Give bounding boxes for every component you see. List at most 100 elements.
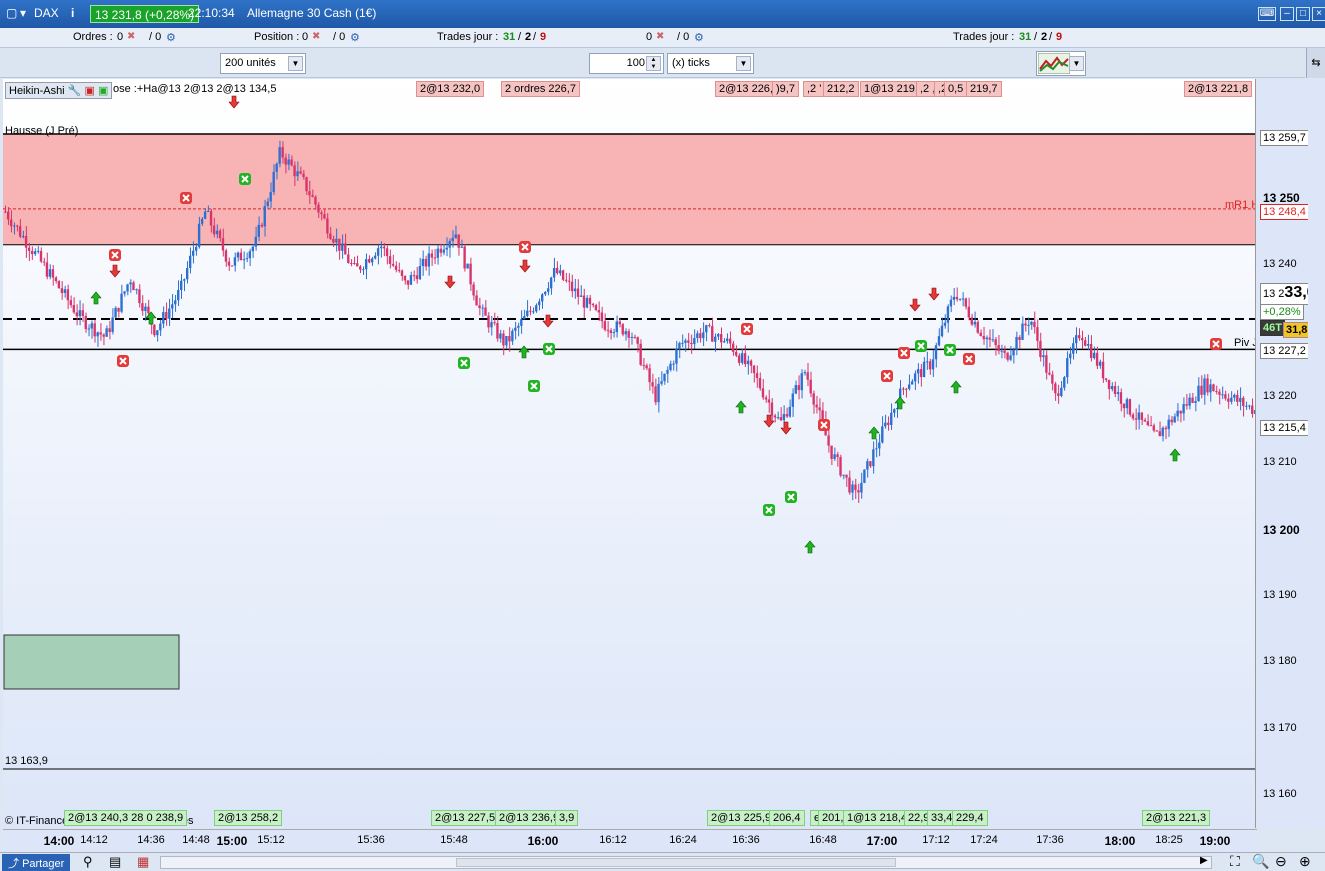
candle-body (493, 322, 496, 324)
bottom-order-marker[interactable]: 2@13 225,9 (707, 810, 776, 826)
close-icon[interactable]: ✖ (312, 31, 320, 42)
time-tick: 15:48 (440, 834, 468, 846)
sell-arrow-icon (109, 264, 121, 278)
share-label: Partager (22, 858, 65, 870)
candle-body (1122, 403, 1126, 409)
indicator-label[interactable]: Heikin-Ashi 🔧 ▣ ▣ (5, 82, 113, 99)
zoom-out-icon[interactable]: ⊖ (1275, 853, 1287, 870)
candle-body (901, 388, 905, 390)
list-icon[interactable]: ▤ (109, 854, 121, 870)
chevron-down-icon[interactable]: ▼ (288, 56, 303, 71)
top-order-marker[interactable]: 2@13 232,0 (416, 81, 485, 97)
zoom-search-icon[interactable]: 🔍 (1252, 853, 1269, 870)
top-order-marker[interactable]: 2@13 221,8 (1184, 81, 1253, 97)
candle-body (1158, 431, 1161, 437)
vertical-scrollbar[interactable] (1308, 79, 1325, 828)
bottom-order-marker[interactable]: 1@13 218,4 (843, 810, 912, 826)
wrench-icon[interactable]: 🔧 (68, 85, 82, 97)
units-select[interactable]: 200 unités ▼ (220, 53, 306, 74)
candle-body (654, 386, 657, 403)
candle-body (675, 349, 678, 364)
candle-body (785, 414, 789, 417)
zoom-in-icon[interactable]: ⊕ (1299, 853, 1311, 870)
gear-icon[interactable]: ⚙ (694, 31, 704, 44)
info-icon[interactable]: i (71, 6, 74, 20)
candle-body (48, 269, 52, 277)
top-order-marker[interactable]: 219,7 (966, 81, 1002, 97)
gear-icon[interactable]: ⚙ (166, 31, 176, 44)
candle-body (1182, 404, 1185, 414)
remove-icon[interactable]: ▣ (84, 85, 94, 97)
candle-body (75, 312, 78, 317)
bottom-order-marker[interactable]: 2@13 227,5 (431, 810, 500, 826)
close-icon[interactable]: ✖ (656, 31, 664, 42)
minimize-button[interactable]: – (1280, 7, 1294, 21)
close-button[interactable]: × (1312, 7, 1325, 21)
stepper-arrows-icon[interactable]: ▲ ▼ (646, 56, 661, 71)
bottom-order-marker[interactable]: 2@13 221,3 (1142, 810, 1211, 826)
chart-type-button[interactable]: ▼ (1036, 51, 1086, 76)
top-order-marker[interactable]: )9,7 (772, 81, 799, 97)
candle-body (1128, 399, 1132, 415)
candle-body (287, 159, 290, 165)
candle-body (958, 298, 962, 300)
candle-body (708, 325, 711, 327)
candle-body (681, 342, 684, 344)
time-axis[interactable]: 14:00 14:12 14:36 14:48 15:00 15:12 15:36 15:48… (3, 829, 1257, 851)
menu-arrow-icon[interactable]: ▾ (20, 6, 26, 20)
zoom-fit-icon[interactable]: ⛶ (1230, 853, 1240, 870)
candle-body (194, 246, 198, 251)
top-order-marker[interactable]: 212,2 (823, 81, 859, 97)
candle-body (773, 415, 777, 418)
bottom-order-marker[interactable]: 2@13 240,3 28 0 238,9 (64, 810, 188, 826)
time-tick: 16:12 (599, 834, 627, 846)
add-icon[interactable]: ▣ (98, 85, 108, 97)
indicator-icon[interactable]: ▦ (137, 854, 149, 870)
candle-body (1245, 405, 1248, 407)
chevron-down-icon[interactable]: ▼ (736, 56, 751, 71)
candle-body (949, 299, 953, 307)
candle-body (731, 343, 735, 352)
price-chart[interactable]: Heikin-Ashi 🔧 ▣ ▣ ose :+Ha@13 2@13 2@13 … (3, 79, 1256, 828)
bottom-order-marker[interactable]: 206,4 (769, 810, 805, 826)
trades-separator: / (533, 31, 537, 43)
candle-body (418, 265, 422, 280)
buy-arrow-icon (735, 400, 747, 414)
quantity-stepper[interactable]: 100 ▲ ▼ (589, 53, 664, 74)
bottom-order-marker[interactable]: 3,9 (555, 810, 579, 826)
candle-body (42, 261, 46, 263)
candle-body (630, 336, 633, 338)
maximize-button[interactable]: □ (1296, 7, 1310, 21)
price-axis[interactable]: 13 250 13 240 13 220 13 210 13 200 13 190 13 1… (1257, 79, 1319, 828)
ticks-select[interactable]: (x) ticks ▼ (667, 53, 754, 74)
gear-icon[interactable]: ⚙ (350, 31, 360, 44)
orders-label: Ordres : (73, 31, 113, 43)
share-button[interactable]: ⤴ Partager (2, 854, 71, 871)
chevron-down-icon[interactable]: ▼ (1069, 56, 1084, 71)
candle-body (412, 275, 416, 277)
drawing-tool-icon[interactable]: ⚲ (83, 854, 93, 870)
scroll-right-icon[interactable]: ▶ (1200, 855, 1208, 866)
candle-body (206, 210, 210, 212)
horizontal-scrollbar[interactable] (160, 856, 1212, 869)
top-order-marker[interactable]: ,2 ' (803, 81, 826, 97)
candle-body (66, 289, 70, 301)
candle-body (669, 363, 672, 370)
scroll-thumb[interactable] (456, 858, 896, 867)
candle-body (239, 252, 243, 261)
candle-body (955, 296, 959, 300)
bottom-order-marker[interactable]: 2@13 236,9 (495, 810, 564, 826)
side-panel-toggle[interactable]: ⇆ (1306, 48, 1325, 78)
candle-body (183, 279, 186, 281)
candle-body (224, 250, 228, 262)
bottom-order-marker[interactable]: 2@13 258,2 (214, 810, 283, 826)
price-tick: 13 210 (1263, 456, 1297, 469)
bottom-order-marker[interactable]: 229,4 (952, 810, 988, 826)
candle-body (576, 288, 580, 297)
top-order-marker[interactable]: 2 ordres 226,7 (501, 81, 580, 97)
buy-arrow-icon (518, 345, 530, 359)
candle-body (639, 343, 642, 365)
top-order-marker[interactable]: 0,5 (944, 81, 968, 97)
close-icon[interactable]: ✖ (127, 31, 135, 42)
keyboard-icon[interactable]: ⌨ (1258, 7, 1276, 21)
